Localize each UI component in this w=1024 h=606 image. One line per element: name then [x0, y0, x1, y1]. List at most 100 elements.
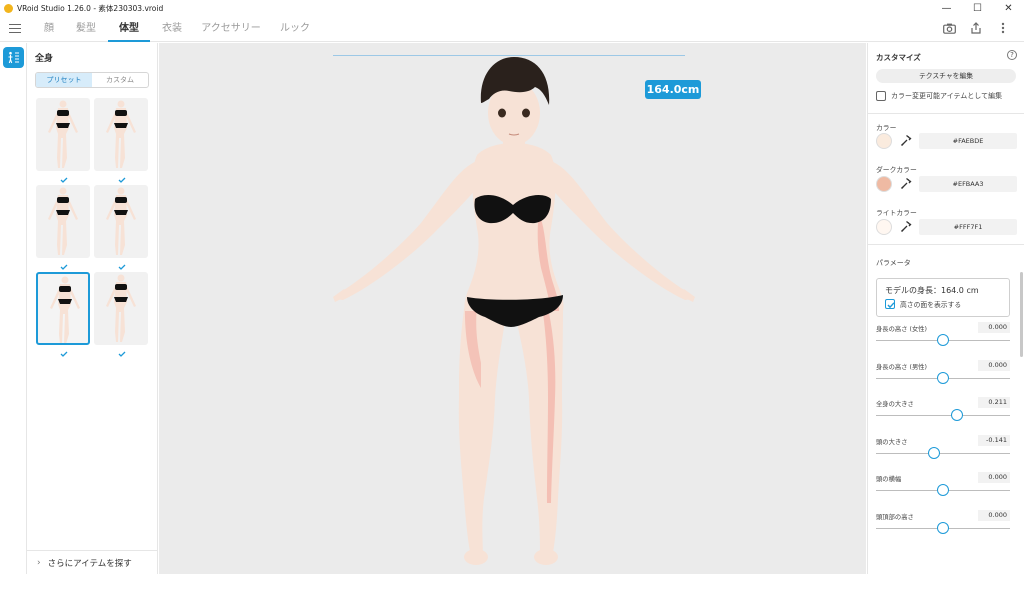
maximize-button[interactable]: ☐: [962, 0, 993, 16]
tab-hairstyle[interactable]: 髪型: [73, 16, 99, 42]
chevron-right-icon: ›: [37, 557, 41, 568]
slider-thumb[interactable]: [937, 334, 949, 346]
height-badge: 164.0cm: [645, 80, 701, 99]
tab-outfit[interactable]: 衣装: [159, 16, 185, 42]
slider-value-field[interactable]: 0.000: [978, 472, 1010, 483]
color-hex-field[interactable]: #FAEBDE: [919, 133, 1017, 149]
more-vertical-icon[interactable]: [996, 21, 1010, 35]
body-preset-figure: [106, 100, 136, 168]
color-swatch[interactable]: [876, 133, 892, 149]
slider-thumb[interactable]: [937, 371, 949, 384]
divider: [868, 113, 1024, 114]
preset-thumbnail[interactable]: [94, 98, 148, 171]
tool-strip: [0, 43, 27, 574]
slider-value-field[interactable]: -0.141: [978, 434, 1010, 446]
eyedropper-icon[interactable]: [900, 220, 912, 233]
customize-title: カスタマイズ: [876, 53, 921, 62]
edit-texture-button[interactable]: テクスチャを編集: [876, 69, 1016, 83]
preset-custom-toggle: プリセット カスタム: [35, 72, 149, 88]
slider-value-field[interactable]: 0.000: [978, 322, 1010, 333]
preset-tab[interactable]: プリセット: [36, 73, 92, 87]
slider-value-field[interactable]: 0.000: [978, 359, 1010, 371]
preset-thumbnail[interactable]: [36, 272, 90, 345]
slider-label: 身長の高さ (女性): [876, 326, 927, 333]
3d-viewport[interactable]: 164.0cm: [159, 43, 866, 574]
body-preset-figure: [48, 100, 78, 168]
parameters-title: パラメータ: [876, 259, 911, 267]
model-height-box: モデルの身長：164.0 cm 高さの面を表示する: [876, 278, 1010, 317]
checkmark-icon: [60, 175, 68, 183]
eyedropper-icon[interactable]: [900, 134, 912, 147]
preset-thumbnail[interactable]: [94, 185, 148, 258]
checkmark-icon: [118, 175, 126, 183]
dark-color-swatch[interactable]: [876, 176, 892, 192]
hamburger-icon[interactable]: [9, 24, 21, 33]
light-color-swatch[interactable]: [876, 219, 892, 235]
light-color-hex-field[interactable]: #FFF7F1: [919, 219, 1017, 235]
tab-look[interactable]: ルック: [278, 16, 312, 42]
tab-accessory[interactable]: アクセサリー: [201, 16, 261, 42]
body-preset-figure: [50, 276, 80, 343]
color-changeable-checkbox[interactable]: [876, 91, 886, 101]
checkmark-icon: [118, 349, 126, 357]
scrollbar[interactable]: [1020, 272, 1023, 357]
left-panel: 全身 プリセット カスタム › さらにアイテムを探す: [27, 43, 158, 574]
show-height-plane-option[interactable]: 高さの面を表示する: [885, 299, 961, 309]
slider-thumb[interactable]: [937, 484, 949, 496]
right-foot: [534, 549, 558, 565]
help-icon[interactable]: ?: [1007, 50, 1017, 60]
slider-thumb[interactable]: [927, 446, 940, 459]
tab-face[interactable]: 顔: [38, 16, 60, 42]
light-color-label: ライトカラー: [876, 209, 917, 217]
app-logo-icon: [4, 3, 13, 13]
checkmark-icon: [60, 262, 68, 270]
preset-thumbnail[interactable]: [36, 185, 90, 258]
more-items-label: さらにアイテムを探す: [47, 558, 132, 569]
dark-color-label: ダークカラー: [876, 166, 917, 174]
window-title: VRoid Studio 1.26.0 - 素体230303.vroid: [17, 3, 164, 13]
model-height-text: モデルの身長：164.0 cm: [885, 286, 979, 295]
right-panel: カスタマイズ ? テクスチャを編集 カラー変更可能アイテムとして編集 カラー #…: [867, 43, 1024, 574]
slider-thumb[interactable]: [937, 521, 949, 534]
color-changeable-option[interactable]: カラー変更可能アイテムとして編集: [876, 91, 1002, 101]
section-title: 全身: [35, 54, 54, 64]
more-items-link[interactable]: › さらにアイテムを探す: [27, 550, 158, 574]
slider-label: 頭の大きさ: [876, 438, 908, 446]
right-arm: [547, 161, 693, 300]
eyedropper-icon[interactable]: [900, 177, 912, 190]
body-preset-figure: [48, 187, 78, 255]
close-button[interactable]: ✕: [993, 0, 1024, 16]
slider-value-field[interactable]: 0.211: [978, 397, 1010, 408]
checkmark-icon: [118, 262, 126, 270]
slider-label: 頭頂部の高さ: [876, 513, 914, 521]
avatar-model: [333, 57, 695, 565]
left-arm: [335, 161, 481, 300]
export-icon[interactable]: [969, 21, 983, 35]
nav-bar: 顔 髪型 体型 衣装 アクセサリー ルック: [0, 16, 1024, 42]
camera-icon[interactable]: [942, 21, 956, 35]
slider-thumb[interactable]: [951, 409, 964, 421]
show-height-plane-checkbox[interactable]: [885, 299, 895, 309]
window-controls: — ☐ ✕: [931, 0, 1024, 16]
color-label: カラー: [876, 124, 897, 132]
body-preset-figure: [106, 187, 136, 255]
title-bar: VRoid Studio 1.26.0 - 素体230303.vroid — ☐…: [0, 0, 1024, 16]
preset-thumbnail[interactable]: [36, 98, 90, 171]
nav-actions: [942, 21, 1010, 35]
preset-thumbnail[interactable]: [94, 272, 148, 345]
slider-track[interactable]: [876, 452, 1010, 454]
body-adjust-button[interactable]: [3, 47, 24, 68]
slider-value-field[interactable]: 0.000: [978, 509, 1010, 521]
checkmark-icon: [60, 349, 68, 357]
left-leg: [458, 303, 507, 558]
right-leg: [513, 303, 563, 558]
left-foot: [464, 549, 488, 565]
tab-body[interactable]: 体型: [108, 16, 150, 42]
custom-tab[interactable]: カスタム: [92, 73, 148, 87]
dark-color-hex-field[interactable]: #EFBAA3: [919, 176, 1017, 192]
right-eye: [522, 108, 530, 118]
minimize-button[interactable]: —: [931, 0, 962, 16]
body-adjust-icon: [8, 51, 19, 64]
slider-label: 身長の高さ (男性): [876, 363, 927, 371]
slider-track[interactable]: [876, 415, 1010, 416]
